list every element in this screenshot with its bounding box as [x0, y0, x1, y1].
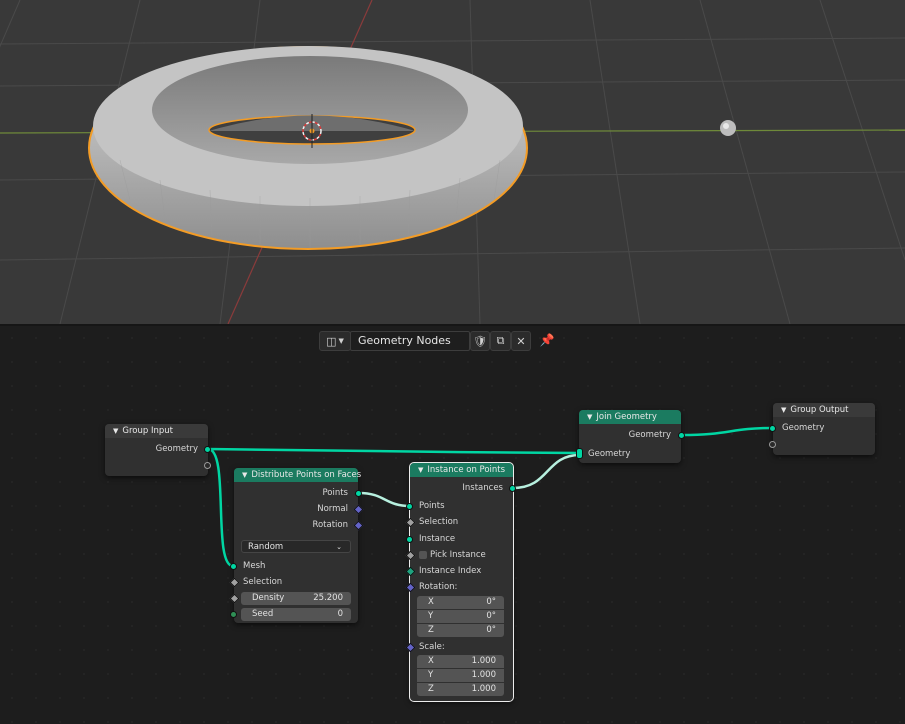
socket-geometry-multi-in[interactable]: [576, 448, 583, 459]
output-normal-label: Normal: [317, 504, 348, 514]
distribute-mode-dropdown[interactable]: Random ⌄: [241, 540, 351, 553]
pin-button[interactable]: 📌: [538, 333, 556, 349]
editor-type-button[interactable]: ◫ ▼: [319, 331, 351, 351]
duplicate-tree-button[interactable]: ⧉: [490, 331, 511, 351]
pick-instance-checkbox[interactable]: [419, 551, 427, 559]
output-instances-label: Instances: [462, 483, 503, 493]
input-instance-index-label: Instance Index: [419, 566, 482, 576]
chevron-down-icon: ▼: [418, 466, 424, 474]
chevron-down-icon: ▼: [113, 427, 119, 435]
socket-seed-in[interactable]: [230, 611, 237, 618]
shield-icon: 🛡: [473, 334, 487, 348]
socket-geometry-in[interactable]: [769, 425, 776, 432]
input-selection-label: Selection: [419, 517, 459, 527]
3d-viewport[interactable]: [0, 0, 905, 324]
chevron-down-icon: ▼: [587, 413, 593, 421]
seed-field[interactable]: Seed 0: [241, 608, 351, 621]
node-title: Instance on Points: [427, 465, 506, 475]
light-object: [720, 120, 736, 136]
fake-user-button[interactable]: 🛡: [470, 331, 490, 351]
socket-geometry-out[interactable]: [678, 432, 685, 439]
node-title: Group Output: [790, 405, 849, 415]
close-icon: ✕: [516, 334, 526, 348]
node-title: Group Input: [122, 426, 173, 436]
input-mesh-label: Mesh: [243, 561, 266, 571]
node-title: Distribute Points on Faces: [251, 470, 362, 480]
socket-instance-in[interactable]: [406, 536, 413, 543]
rotation-z-field[interactable]: Z 0°: [417, 624, 504, 637]
node-editor-icon: ◫: [326, 334, 337, 348]
output-rotation-label: Rotation: [312, 520, 348, 530]
output-geometry-label: Geometry: [628, 430, 671, 440]
chevron-down-icon: ⌄: [336, 543, 342, 551]
socket-points-in[interactable]: [406, 503, 413, 510]
socket-empty-in[interactable]: [769, 441, 776, 448]
socket-mesh-in[interactable]: [230, 563, 237, 570]
pin-icon: 📌: [539, 333, 555, 347]
node-tree-name-field[interactable]: Geometry Nodes: [350, 331, 470, 351]
density-field[interactable]: Density 25.200: [241, 592, 351, 605]
unlink-tree-button[interactable]: ✕: [511, 331, 531, 351]
duplicate-icon: ⧉: [496, 334, 505, 347]
node-distribute-points[interactable]: ▼ Distribute Points on Faces Points Norma…: [229, 468, 364, 623]
rotation-x-field[interactable]: X 0°: [417, 596, 504, 609]
socket-empty-out[interactable]: [204, 462, 211, 469]
input-scale-label: Scale:: [419, 642, 445, 652]
output-geometry-label: Geometry: [155, 444, 198, 454]
scale-z-field[interactable]: Z 1.000: [417, 683, 504, 696]
input-instance-label: Instance: [419, 534, 456, 544]
chevron-down-icon: ▼: [781, 406, 787, 414]
input-selection-label: Selection: [243, 577, 283, 587]
input-points-label: Points: [419, 501, 445, 511]
node-group-input[interactable]: ▼ Group Input Geometry: [105, 424, 211, 476]
node-instance-on-points[interactable]: ▼ Instance on Points Instances Points Sel…: [405, 462, 516, 702]
viewport-scene: [0, 0, 905, 324]
pick-instance-label: Pick Instance: [430, 550, 486, 560]
torus-object: [88, 46, 528, 250]
input-geometry-label: Geometry: [782, 423, 825, 433]
node-join-geometry[interactable]: ▼ Join Geometry Geometry Geometry: [576, 410, 685, 463]
output-points-label: Points: [322, 488, 348, 498]
socket-geometry-out[interactable]: [204, 446, 211, 453]
node-group-output[interactable]: ▼ Group Output Geometry: [769, 403, 875, 455]
chevron-down-icon: ▼: [338, 337, 344, 345]
rotation-y-field[interactable]: Y 0°: [417, 610, 504, 623]
socket-instances-out[interactable]: [509, 485, 516, 492]
socket-points-out[interactable]: [355, 490, 362, 497]
scale-y-field[interactable]: Y 1.000: [417, 669, 504, 682]
chevron-down-icon: ▼: [242, 471, 248, 479]
scale-x-field[interactable]: X 1.000: [417, 655, 504, 668]
input-rotation-label: Rotation:: [419, 582, 458, 592]
node-title: Join Geometry: [596, 412, 657, 422]
input-geometry-label: Geometry: [588, 449, 631, 459]
